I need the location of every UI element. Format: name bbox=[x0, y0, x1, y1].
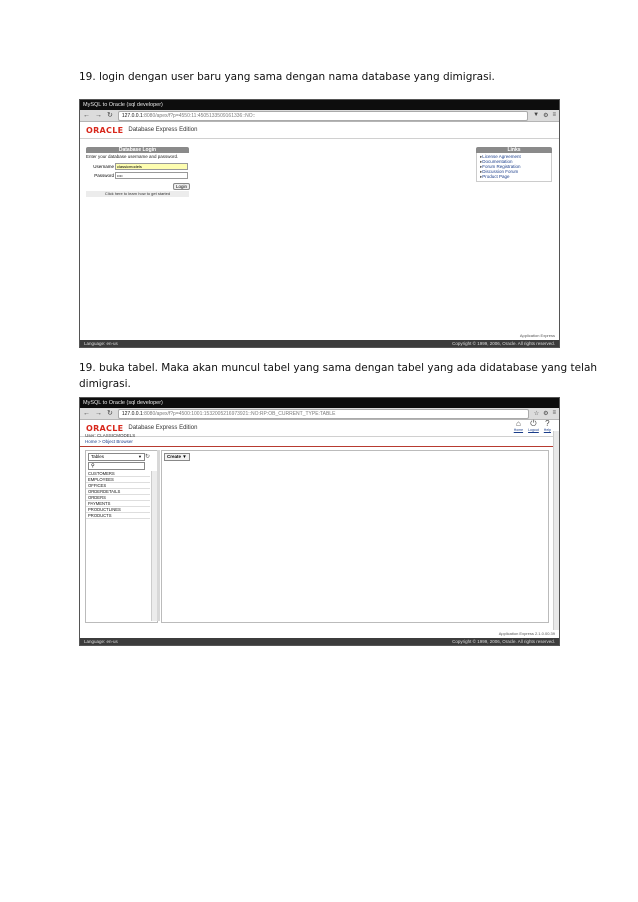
address-bar[interactable]: 127.0.0.1:8080/apex/f?p=4500:1001:153200… bbox=[117, 408, 529, 419]
star-icon[interactable]: ☆ bbox=[534, 410, 539, 417]
edition-title: Database Express Edition bbox=[128, 127, 198, 133]
settings-icon[interactable]: ⚙ bbox=[543, 112, 548, 119]
settings-icon[interactable]: ⚙ bbox=[543, 410, 548, 417]
refresh-icon[interactable]: ↻ bbox=[145, 453, 150, 460]
url-host: 127.0.0.1 bbox=[121, 410, 143, 417]
reload-icon[interactable]: ↻ bbox=[107, 111, 113, 121]
object-browser-screenshot: MySQL to Oracle (sql developer) ← → ↻ 12… bbox=[79, 397, 560, 646]
browser-navbar: ← → ↻ 127.0.0.1:8080/apex/f?p=4550:11:45… bbox=[80, 110, 559, 122]
list-item[interactable]: PRODUCTS bbox=[86, 513, 150, 519]
url-path: :8080/apex/f?p=4500:1001:153200521697392… bbox=[142, 410, 336, 417]
home-icon: ⌂ bbox=[515, 419, 521, 428]
caption-tables-line2: dimigrasi. bbox=[79, 378, 131, 390]
oracle-header: ORACLE Database Express Edition bbox=[80, 122, 559, 139]
page-scrollbar[interactable] bbox=[553, 431, 559, 630]
object-type-value: Tables bbox=[91, 454, 105, 459]
url-path: :8080/apex/f?p=4550:11:4505133509161336:… bbox=[142, 112, 256, 119]
edition-title: Database Express Edition bbox=[128, 425, 198, 431]
menu-icon[interactable]: ≡ bbox=[552, 112, 556, 119]
table-list: CUSTOMERS EMPLOYEES OFFICES ORDERDETAILS… bbox=[86, 471, 150, 519]
login-screenshot: MySQL to Oracle (sql developer) ← → ↻ 12… bbox=[79, 99, 560, 348]
link-product-page[interactable]: Product Page bbox=[480, 174, 551, 179]
breadcrumb[interactable]: Home > Object Browser bbox=[85, 439, 133, 444]
reload-icon[interactable]: ↻ bbox=[107, 409, 113, 419]
oracle-header: ORACLE Database Express Edition bbox=[80, 420, 559, 437]
filter-icon[interactable]: ▼ bbox=[533, 112, 539, 119]
links-panel: Links License Agreement Documentation Fo… bbox=[476, 147, 552, 182]
app-express-version: Application Express 2.1.0.00.39 bbox=[498, 631, 555, 636]
logout-icon: ⏻ bbox=[530, 419, 537, 428]
copyright-text: Copyright © 1999, 2006, Oracle. All righ… bbox=[452, 639, 555, 644]
copyright-text: Copyright © 1999, 2006, Oracle. All righ… bbox=[452, 341, 555, 346]
address-bar[interactable]: 127.0.0.1:8080/apex/f?p=4550:11:45051335… bbox=[117, 110, 529, 121]
caption-login: 19. login dengan user baru yang sama den… bbox=[79, 71, 495, 83]
password-label: Password bbox=[94, 173, 114, 178]
login-instruction: Enter your database username and passwor… bbox=[86, 154, 179, 159]
arrow-right-icon[interactable]: → bbox=[95, 409, 102, 419]
user-line: User: CLASSICMODELS bbox=[85, 433, 136, 438]
url-host: 127.0.0.1 bbox=[121, 112, 143, 119]
login-panel: Database Login Enter your database usern… bbox=[86, 147, 191, 197]
window-title: MySQL to Oracle (sql developer) bbox=[80, 398, 559, 408]
page-footer: Language: en-us Copyright © 1999, 2006, … bbox=[80, 638, 559, 645]
app-express-label: Application Express bbox=[519, 333, 555, 338]
password-input[interactable]: •••• bbox=[115, 172, 188, 179]
language-label: Language: en-us bbox=[84, 639, 118, 644]
object-detail-pane: Create ▼ bbox=[161, 450, 549, 623]
search-icon: ⚲ bbox=[91, 463, 95, 469]
login-button[interactable]: Login bbox=[173, 183, 191, 190]
logout-label: Logout bbox=[528, 428, 539, 432]
object-type-select[interactable]: Tables ▼ bbox=[88, 453, 145, 461]
chevron-down-icon: ▼ bbox=[138, 454, 142, 459]
menu-icon[interactable]: ≡ bbox=[552, 410, 556, 417]
logout-button[interactable]: ⏻ Logout bbox=[528, 419, 539, 432]
help-label: Help bbox=[543, 428, 551, 432]
arrow-left-icon[interactable]: ← bbox=[83, 111, 90, 121]
caption-tables-line1: 19. buka tabel. Maka akan muncul tabel y… bbox=[79, 362, 598, 374]
toolbar-icons: ⌂ Home ⏻ Logout ? Help bbox=[514, 419, 551, 432]
home-label: Home bbox=[513, 428, 524, 432]
create-button[interactable]: Create ▼ bbox=[164, 453, 190, 461]
help-button[interactable]: ? Help bbox=[544, 419, 551, 432]
arrow-left-icon[interactable]: ← bbox=[83, 409, 90, 419]
getting-started-link[interactable]: Click here to learn how to get started bbox=[86, 191, 189, 197]
search-input[interactable]: ⚲ bbox=[88, 462, 145, 470]
arrow-right-icon[interactable]: → bbox=[95, 111, 102, 121]
browser-navbar: ← → ↻ 127.0.0.1:8080/apex/f?p=4500:1001:… bbox=[80, 408, 559, 420]
create-label: Create bbox=[167, 454, 182, 459]
chevron-down-icon: ▼ bbox=[182, 454, 187, 459]
page-footer: Language: en-us Copyright © 1999, 2006, … bbox=[80, 340, 559, 347]
login-title: Database Login bbox=[86, 147, 189, 153]
home-button[interactable]: ⌂ Home bbox=[514, 419, 523, 432]
oracle-logo: ORACLE bbox=[86, 423, 124, 433]
language-label: Language: en-us bbox=[84, 341, 118, 346]
help-icon: ? bbox=[545, 419, 550, 428]
object-list-pane: Tables ▼ ↻ ⚲ CUSTOMERS EMPLOYEES OFFICES… bbox=[85, 450, 158, 623]
window-title: MySQL to Oracle (sql developer) bbox=[80, 100, 559, 110]
header-divider bbox=[80, 446, 559, 447]
caption-tables: 19. buka tabel. Maka akan muncul tabel y… bbox=[79, 360, 597, 392]
username-input[interactable]: classicmodels bbox=[115, 163, 188, 170]
oracle-logo: ORACLE bbox=[86, 125, 124, 135]
username-label: Username bbox=[93, 164, 114, 169]
pane-splitter[interactable] bbox=[157, 450, 160, 621]
